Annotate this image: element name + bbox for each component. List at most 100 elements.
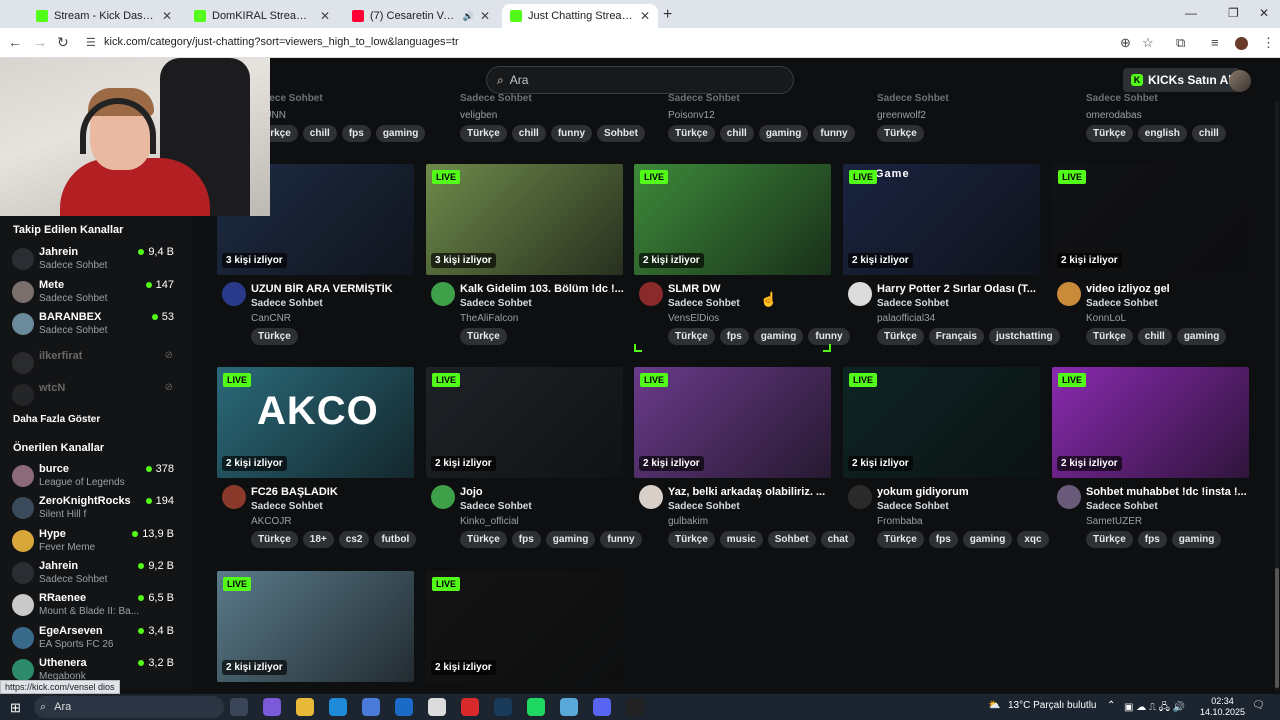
site-info-icon[interactable]: ☰	[86, 36, 96, 49]
tag[interactable]: chill	[719, 125, 754, 142]
stream-category[interactable]: Sadece Sohbet	[668, 93, 740, 104]
tag[interactable]: Türkçe	[1086, 125, 1133, 142]
tag[interactable]: english	[1137, 125, 1187, 142]
tag[interactable]: fps	[511, 531, 541, 548]
tag[interactable]: fps	[341, 125, 371, 142]
tag[interactable]: gaming	[753, 328, 804, 345]
app-icon[interactable]	[560, 698, 578, 716]
tab-kick-dashboard[interactable]: Stream - Kick Dashboard ✕	[28, 4, 180, 28]
stream-category[interactable]: Sadece Sohbet	[668, 501, 740, 512]
extensions-icon[interactable]: ⧉	[1176, 35, 1185, 51]
tag[interactable]: funny	[550, 125, 593, 142]
stream-thumbnail[interactable]: LIVE 2 kişi izliyor	[426, 571, 623, 682]
minimize-button[interactable]: —	[1185, 6, 1197, 20]
obs-icon[interactable]	[626, 698, 644, 716]
tag[interactable]: Türkçe	[251, 531, 298, 548]
stream-username[interactable]: Frombaba	[877, 516, 923, 527]
avatar[interactable]	[848, 282, 872, 306]
stream-username[interactable]: CanCNR	[251, 313, 291, 324]
task-view-icon[interactable]	[230, 698, 248, 716]
tag[interactable]: Türkçe	[668, 531, 715, 548]
stream-username[interactable]: omerodabas	[1086, 110, 1142, 121]
tag[interactable]: Türkçe	[460, 125, 507, 142]
tray-chevron-icon[interactable]: ⌃	[1107, 700, 1115, 711]
stream-category[interactable]: Sadece Sohbet	[877, 501, 949, 512]
tag[interactable]: Türkçe	[460, 531, 507, 548]
maximize-button[interactable]: ❐	[1228, 6, 1239, 20]
copilot-icon[interactable]	[263, 698, 281, 716]
stream-username[interactable]: palaofficial34	[877, 313, 935, 324]
tag[interactable]: Türkçe	[668, 125, 715, 142]
stream-category[interactable]: Sadece Sohbet	[1086, 501, 1158, 512]
tag[interactable]: chill	[1191, 125, 1226, 142]
tag[interactable]: xqc	[1017, 531, 1049, 548]
new-tab-button[interactable]: +	[663, 6, 672, 24]
stream-thumbnail[interactable]: Game LIVE 2 kişi izliyor	[843, 164, 1040, 275]
tab-just-chatting[interactable]: Just Chatting Streaming - Live S ✕	[502, 4, 658, 28]
spotify-icon[interactable]	[527, 698, 545, 716]
tray-icons[interactable]: ▣ ☁ ⎍ 🖧 🔊	[1124, 700, 1185, 717]
stream-category[interactable]: Sadece Sohbet	[251, 501, 323, 512]
tag[interactable]: funny	[813, 125, 855, 142]
stream-title[interactable]: Sohbet muhabbet !dc !insta !...	[1086, 486, 1251, 498]
show-more-link[interactable]: Daha Fazla Göster	[13, 414, 100, 425]
stream-thumbnail[interactable]: LIVE 2 kişi izliyor	[426, 367, 623, 478]
tag[interactable]: chill	[1137, 328, 1172, 345]
tag[interactable]: Sohbet	[767, 531, 816, 548]
stream-thumbnail[interactable]: LIVE 2 kişi izliyor	[217, 571, 414, 682]
close-icon[interactable]: ✕	[480, 9, 490, 23]
stream-title[interactable]: SLMR DW	[668, 283, 833, 295]
speaker-icon[interactable]: 🔊	[463, 11, 474, 22]
scrollbar-thumb[interactable]	[1275, 568, 1279, 688]
stream-category[interactable]: Sadece Sohbet	[460, 501, 532, 512]
outlook-icon[interactable]	[395, 698, 413, 716]
tag[interactable]: fps	[719, 328, 749, 345]
avatar[interactable]	[1057, 282, 1081, 306]
avatar[interactable]	[848, 485, 872, 509]
stream-username[interactable]: veligben	[460, 110, 497, 121]
avatar[interactable]	[1057, 485, 1081, 509]
weather-text[interactable]: 13°C Parçalı bulutlu	[1008, 700, 1097, 711]
stream-username[interactable]: SametUZER	[1086, 516, 1142, 527]
tag[interactable]: Türkçe	[460, 328, 507, 345]
tag[interactable]: Türkçe	[251, 328, 298, 345]
reading-list-icon[interactable]: ≡	[1211, 35, 1219, 50]
stream-username[interactable]: greenwolf2	[877, 110, 926, 121]
stream-thumbnail[interactable]: LIVE 2 kişi izliyor	[843, 367, 1040, 478]
tag[interactable]: fps	[1137, 531, 1167, 548]
avatar[interactable]	[222, 282, 246, 306]
store-icon[interactable]	[362, 698, 380, 716]
tag[interactable]: Türkçe	[877, 531, 924, 548]
search-input[interactable]: ⌕ Ara	[486, 66, 794, 94]
stream-title[interactable]: FC26 BAŞLADIK	[251, 486, 416, 498]
stream-thumbnail[interactable]: LIVE 3 kişi izliyor	[426, 164, 623, 275]
close-icon[interactable]: ✕	[640, 9, 650, 23]
stream-title[interactable]: Yaz, belki arkadaş olabiliriz. ...	[668, 486, 833, 498]
sidebar-channel-baranbex[interactable]: BARANBEX Sadece Sohbet 53	[12, 311, 177, 341]
tab-domkiral[interactable]: DomKIRAL Stream - Watch Live ✕	[186, 4, 338, 28]
buy-kicks-button[interactable]: K KICKs Satın Al	[1123, 68, 1240, 92]
tab-youtube[interactable]: (7) Cesaretin Var mı Aşka - S 🔊 ✕	[344, 4, 498, 28]
stream-username[interactable]: AKCOJR	[251, 516, 292, 527]
stream-username[interactable]: TheAliFalcon	[460, 313, 518, 324]
edge-icon[interactable]	[329, 698, 347, 716]
stream-category[interactable]: Sadece Sohbet	[877, 93, 949, 104]
stream-title[interactable]: Harry Potter 2 Sırlar Odası (T...	[877, 283, 1042, 295]
tag[interactable]: justchatting	[988, 328, 1060, 345]
stream-username[interactable]: VensElDios	[668, 313, 719, 324]
tag[interactable]: gaming	[375, 125, 426, 142]
stream-username[interactable]: Poisonv12	[668, 110, 715, 121]
stream-category[interactable]: Sadece Sohbet	[1086, 298, 1158, 309]
tag[interactable]: Türkçe	[1086, 531, 1133, 548]
tag[interactable]: gaming	[1171, 531, 1222, 548]
taskbar-search[interactable]: ⌕ Ara	[34, 696, 224, 718]
user-avatar[interactable]	[1229, 70, 1251, 92]
stream-thumbnail[interactable]: LIVE 2 kişi izliyor	[1052, 367, 1249, 478]
stream-title[interactable]: Şeinti yapma - Sevisl	[460, 689, 625, 690]
tag[interactable]: Türkçe	[877, 125, 924, 142]
zoom-icon[interactable]: ⊕	[1120, 35, 1131, 51]
tag[interactable]: gaming	[1176, 328, 1227, 345]
tag[interactable]: gaming	[758, 125, 809, 142]
stream-title[interactable]: yokum gidiyorum	[877, 486, 1042, 498]
stream-category[interactable]: Sadece Sohbet	[877, 298, 949, 309]
